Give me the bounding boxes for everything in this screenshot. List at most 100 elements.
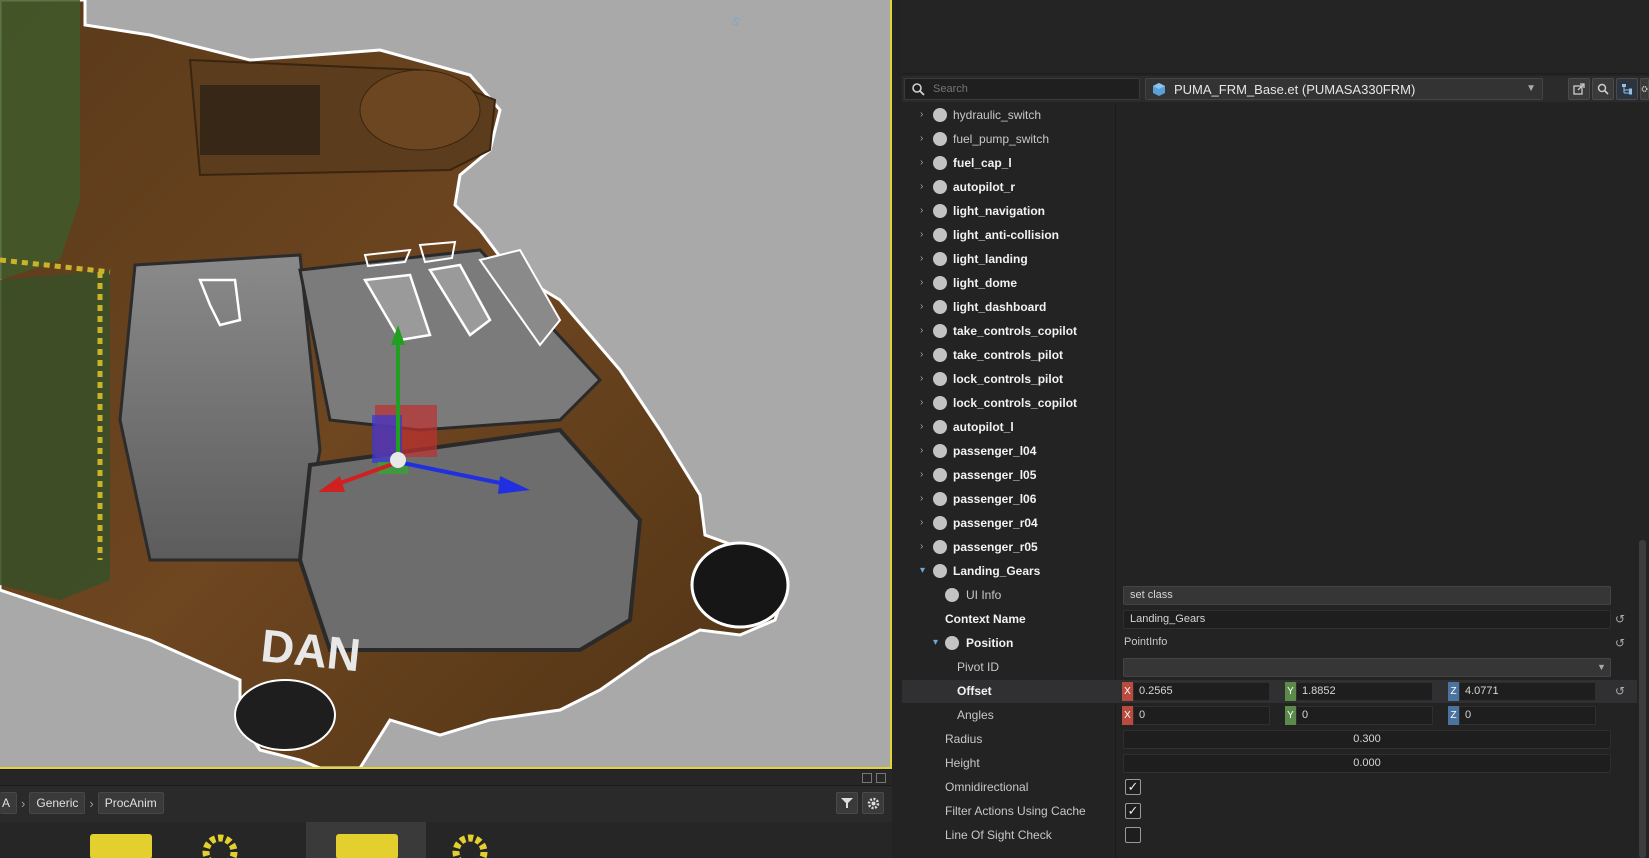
- angles-z-field[interactable]: Z0: [1448, 706, 1596, 725]
- chevron-right-icon[interactable]: ›: [920, 277, 930, 288]
- chevron-right-icon[interactable]: ›: [920, 229, 930, 240]
- chevron-right-icon[interactable]: ›: [920, 253, 930, 264]
- chevron-right-icon[interactable]: ›: [920, 541, 930, 552]
- tree-row[interactable]: › hydraulic_switch: [902, 104, 1637, 127]
- offset-y-value[interactable]: 1.8852: [1296, 682, 1433, 701]
- chevron-right-icon[interactable]: ›: [920, 493, 930, 504]
- tree-row[interactable]: › light_dome: [902, 272, 1637, 295]
- tree-row[interactable]: › take_controls_pilot: [902, 344, 1637, 367]
- angles-y-field[interactable]: Y0: [1285, 706, 1433, 725]
- offset-y-field[interactable]: Y 1.8852: [1285, 682, 1433, 701]
- radius-field[interactable]: 0.300: [1123, 730, 1611, 749]
- tree-row[interactable]: › lock_controls_pilot: [902, 368, 1637, 391]
- search-box[interactable]: [904, 78, 1140, 100]
- chevron-right-icon[interactable]: ›: [920, 325, 930, 336]
- asset-tile[interactable]: [185, 822, 305, 858]
- tree-row[interactable]: › light_landing: [902, 248, 1637, 271]
- visibility-toggle-icon[interactable]: [933, 348, 947, 362]
- chevron-right-icon[interactable]: ›: [920, 301, 930, 312]
- visibility-toggle-icon[interactable]: [933, 204, 947, 218]
- chevron-right-icon[interactable]: ›: [920, 421, 930, 432]
- angles-z-value[interactable]: 0: [1459, 706, 1596, 725]
- 3d-viewport[interactable]: S DAN: [0, 0, 891, 769]
- find-button[interactable]: [1592, 78, 1614, 100]
- tree-row[interactable]: › take_controls_copilot: [902, 320, 1637, 343]
- open-external-button[interactable]: [1568, 78, 1590, 100]
- hierarchy-view-button[interactable]: [1616, 78, 1638, 100]
- angles-x-value[interactable]: 0: [1133, 706, 1270, 725]
- visibility-toggle-icon[interactable]: [933, 276, 947, 290]
- angles-y-value[interactable]: 0: [1296, 706, 1433, 725]
- chevron-right-icon[interactable]: ›: [920, 181, 930, 192]
- visibility-toggle-icon[interactable]: [933, 492, 947, 506]
- omnidirectional-checkbox[interactable]: ✓: [1125, 779, 1141, 795]
- search-input[interactable]: [933, 81, 1133, 97]
- asset-tile-selected[interactable]: [306, 822, 426, 858]
- set-class-button[interactable]: set class: [1123, 586, 1611, 605]
- offset-x-value[interactable]: 0.2565: [1133, 682, 1270, 701]
- tree-row[interactable]: › autopilot_r: [902, 176, 1637, 199]
- visibility-toggle-icon[interactable]: [933, 156, 947, 170]
- visibility-toggle-icon[interactable]: [933, 324, 947, 338]
- visibility-toggle-icon[interactable]: [933, 228, 947, 242]
- tree-row[interactable]: › lock_controls_copilot: [902, 392, 1637, 415]
- entity-dropdown[interactable]: PUMA_FRM_Base.et (PUMASA330FRM) ▼: [1145, 78, 1543, 100]
- chevron-right-icon[interactable]: ›: [920, 349, 930, 360]
- reset-icon[interactable]: ↺: [1615, 612, 1625, 626]
- reset-icon[interactable]: ↺: [1615, 636, 1625, 650]
- asset-tile[interactable]: [430, 822, 550, 858]
- tree-row[interactable]: › autopilot_l: [902, 416, 1637, 439]
- breadcrumb-item[interactable]: Generic: [29, 792, 86, 814]
- chevron-right-icon[interactable]: ›: [920, 469, 930, 480]
- visibility-toggle-icon[interactable]: [945, 636, 959, 650]
- asset-settings-button[interactable]: [862, 792, 884, 814]
- visibility-toggle-icon[interactable]: [933, 180, 947, 194]
- visibility-toggle-icon[interactable]: [933, 540, 947, 554]
- helicopter-model[interactable]: S DAN: [0, 0, 891, 769]
- chevron-down-icon[interactable]: ▾: [933, 637, 943, 648]
- chevron-right-icon[interactable]: ›: [920, 157, 930, 168]
- offset-x-field[interactable]: X 0.2565: [1122, 682, 1270, 701]
- visibility-toggle-icon[interactable]: [933, 516, 947, 530]
- tree-row[interactable]: › passenger_l04: [902, 440, 1637, 463]
- visibility-toggle-icon[interactable]: [933, 396, 947, 410]
- pivot-id-select[interactable]: [1123, 658, 1611, 677]
- chevron-right-icon[interactable]: ›: [920, 109, 930, 120]
- visibility-toggle-icon[interactable]: [933, 108, 947, 122]
- tree-row[interactable]: › light_anti-collision: [902, 224, 1637, 247]
- visibility-toggle-icon[interactable]: [945, 588, 959, 602]
- chevron-right-icon[interactable]: ›: [920, 205, 930, 216]
- breadcrumb-item[interactable]: ProcAnim: [97, 792, 164, 814]
- visibility-toggle-icon[interactable]: [933, 564, 947, 578]
- chevron-right-icon[interactable]: ›: [920, 133, 930, 144]
- tree-row-expanded[interactable]: ▾ Landing_Gears: [902, 560, 1637, 583]
- close-icon[interactable]: [876, 773, 886, 783]
- offset-z-value[interactable]: 4.0771: [1459, 682, 1596, 701]
- undock-icon[interactable]: [862, 773, 872, 783]
- chevron-down-icon[interactable]: ▾: [920, 565, 930, 576]
- reset-icon[interactable]: ↺: [1615, 684, 1625, 698]
- tree-row[interactable]: › passenger_l06: [902, 488, 1637, 511]
- visibility-toggle-icon[interactable]: [933, 468, 947, 482]
- visibility-toggle-icon[interactable]: [933, 444, 947, 458]
- vertical-scrollbar[interactable]: [1639, 540, 1646, 858]
- offset-z-field[interactable]: Z 4.0771: [1448, 682, 1596, 701]
- tree-row[interactable]: › fuel_cap_l: [902, 152, 1637, 175]
- chevron-right-icon[interactable]: ›: [920, 397, 930, 408]
- tree-row[interactable]: › light_navigation: [902, 200, 1637, 223]
- chevron-right-icon[interactable]: ›: [920, 445, 930, 456]
- panel-settings-button[interactable]: [1640, 78, 1649, 100]
- context-name-field[interactable]: Landing_Gears: [1123, 610, 1611, 629]
- filter-actions-checkbox[interactable]: ✓: [1125, 803, 1141, 819]
- tree-row[interactable]: › passenger_r04: [902, 512, 1637, 535]
- tree-row[interactable]: › passenger_l05: [902, 464, 1637, 487]
- angles-x-field[interactable]: X0: [1122, 706, 1270, 725]
- tree-row[interactable]: › fuel_pump_switch: [902, 128, 1637, 151]
- tree-row[interactable]: › passenger_r05: [902, 536, 1637, 559]
- filter-button[interactable]: [836, 792, 858, 814]
- line-of-sight-checkbox[interactable]: [1125, 827, 1141, 843]
- visibility-toggle-icon[interactable]: [933, 372, 947, 386]
- visibility-toggle-icon[interactable]: [933, 300, 947, 314]
- asset-tile[interactable]: [60, 822, 180, 858]
- chevron-right-icon[interactable]: ›: [920, 517, 930, 528]
